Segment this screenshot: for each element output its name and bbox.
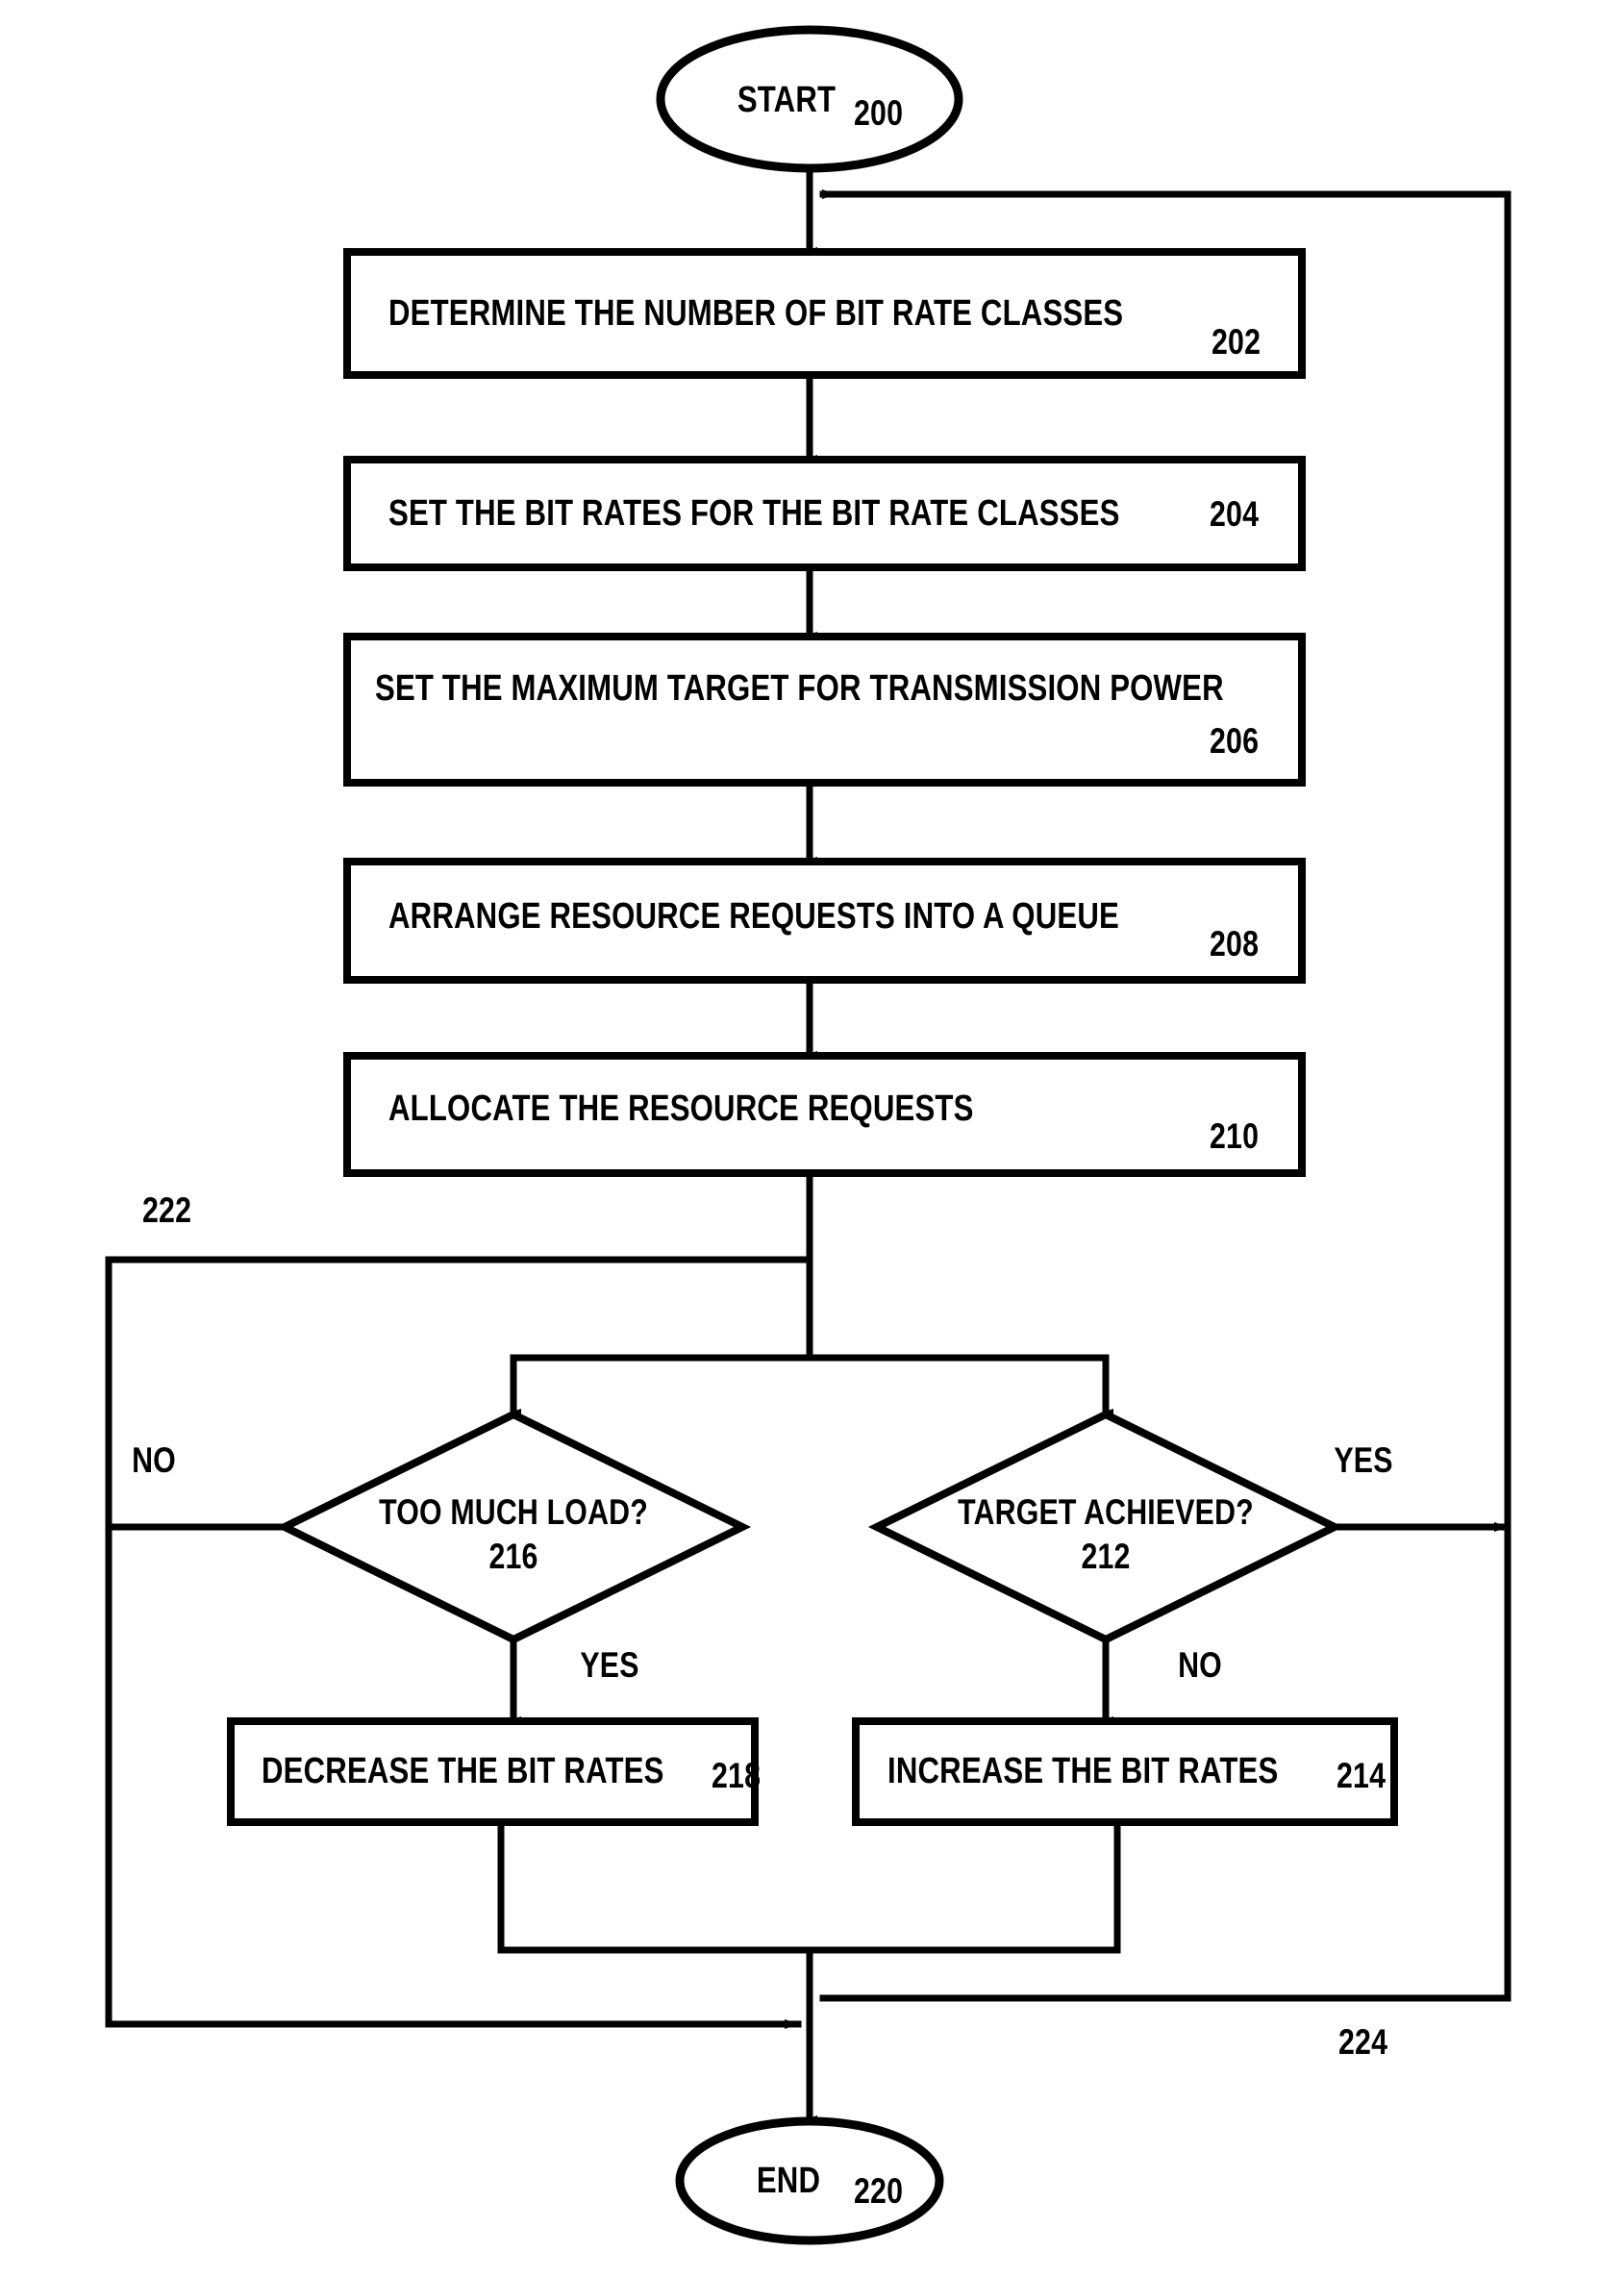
- step-208-ref: 208: [1210, 924, 1260, 963]
- edge-218-merge: [497, 1818, 813, 1954]
- decision-216-label: TOO MUCH LOAD?: [379, 1492, 648, 1532]
- edge-214-merge: [806, 1818, 1121, 1954]
- end-ref: 220: [854, 2171, 904, 2211]
- decision-212-ref: 212: [1081, 1537, 1131, 1576]
- flowchart-graphics: [105, 25, 1512, 2245]
- step-204-label: SET THE BIT RATES FOR THE BIT RATE CLASS…: [388, 493, 1120, 534]
- step-208-label: ARRANGE RESOURCE REQUESTS INTO A QUEUE: [388, 896, 1119, 937]
- path-222-ref: 222: [142, 1190, 192, 1230]
- step-204-ref: 204: [1210, 494, 1260, 534]
- start-ref: 200: [854, 93, 904, 133]
- step-202-label: DETERMINE THE NUMBER OF BIT RATE CLASSES: [388, 293, 1124, 334]
- path-224-ref: 224: [1338, 2022, 1388, 2062]
- edge-label-yes-below-216: YES: [580, 1645, 639, 1685]
- step-218-label: DECREASE THE BIT RATES: [262, 1751, 664, 1791]
- decision-216-ref: 216: [488, 1537, 538, 1576]
- decision-212-label: TARGET ACHIEVED?: [958, 1492, 1254, 1532]
- edge-label-no-left: NO: [132, 1440, 176, 1480]
- step-210-ref: 210: [1210, 1116, 1260, 1156]
- start-label: START: [737, 80, 837, 120]
- step-210-label: ALLOCATE THE RESOURCE REQUESTS: [388, 1088, 974, 1129]
- step-206-ref: 206: [1210, 721, 1260, 761]
- step-206-label: SET THE MAXIMUM TARGET FOR TRANSMISSION …: [375, 668, 1224, 709]
- edge-label-no-below-212: NO: [1178, 1645, 1222, 1685]
- patent-flowchart-figure: START 200 DETERMINE THE NUMBER OF BIT RA…: [0, 0, 1624, 2277]
- step-202-ref: 202: [1212, 322, 1262, 362]
- step-206-shape: [343, 633, 1306, 787]
- step-218-ref: 218: [712, 1756, 762, 1795]
- end-label: END: [756, 2161, 821, 2201]
- step-214-ref: 214: [1337, 1756, 1387, 1795]
- edge-label-yes-right: YES: [1334, 1440, 1393, 1480]
- step-214-label: INCREASE THE BIT RATES: [887, 1751, 1279, 1791]
